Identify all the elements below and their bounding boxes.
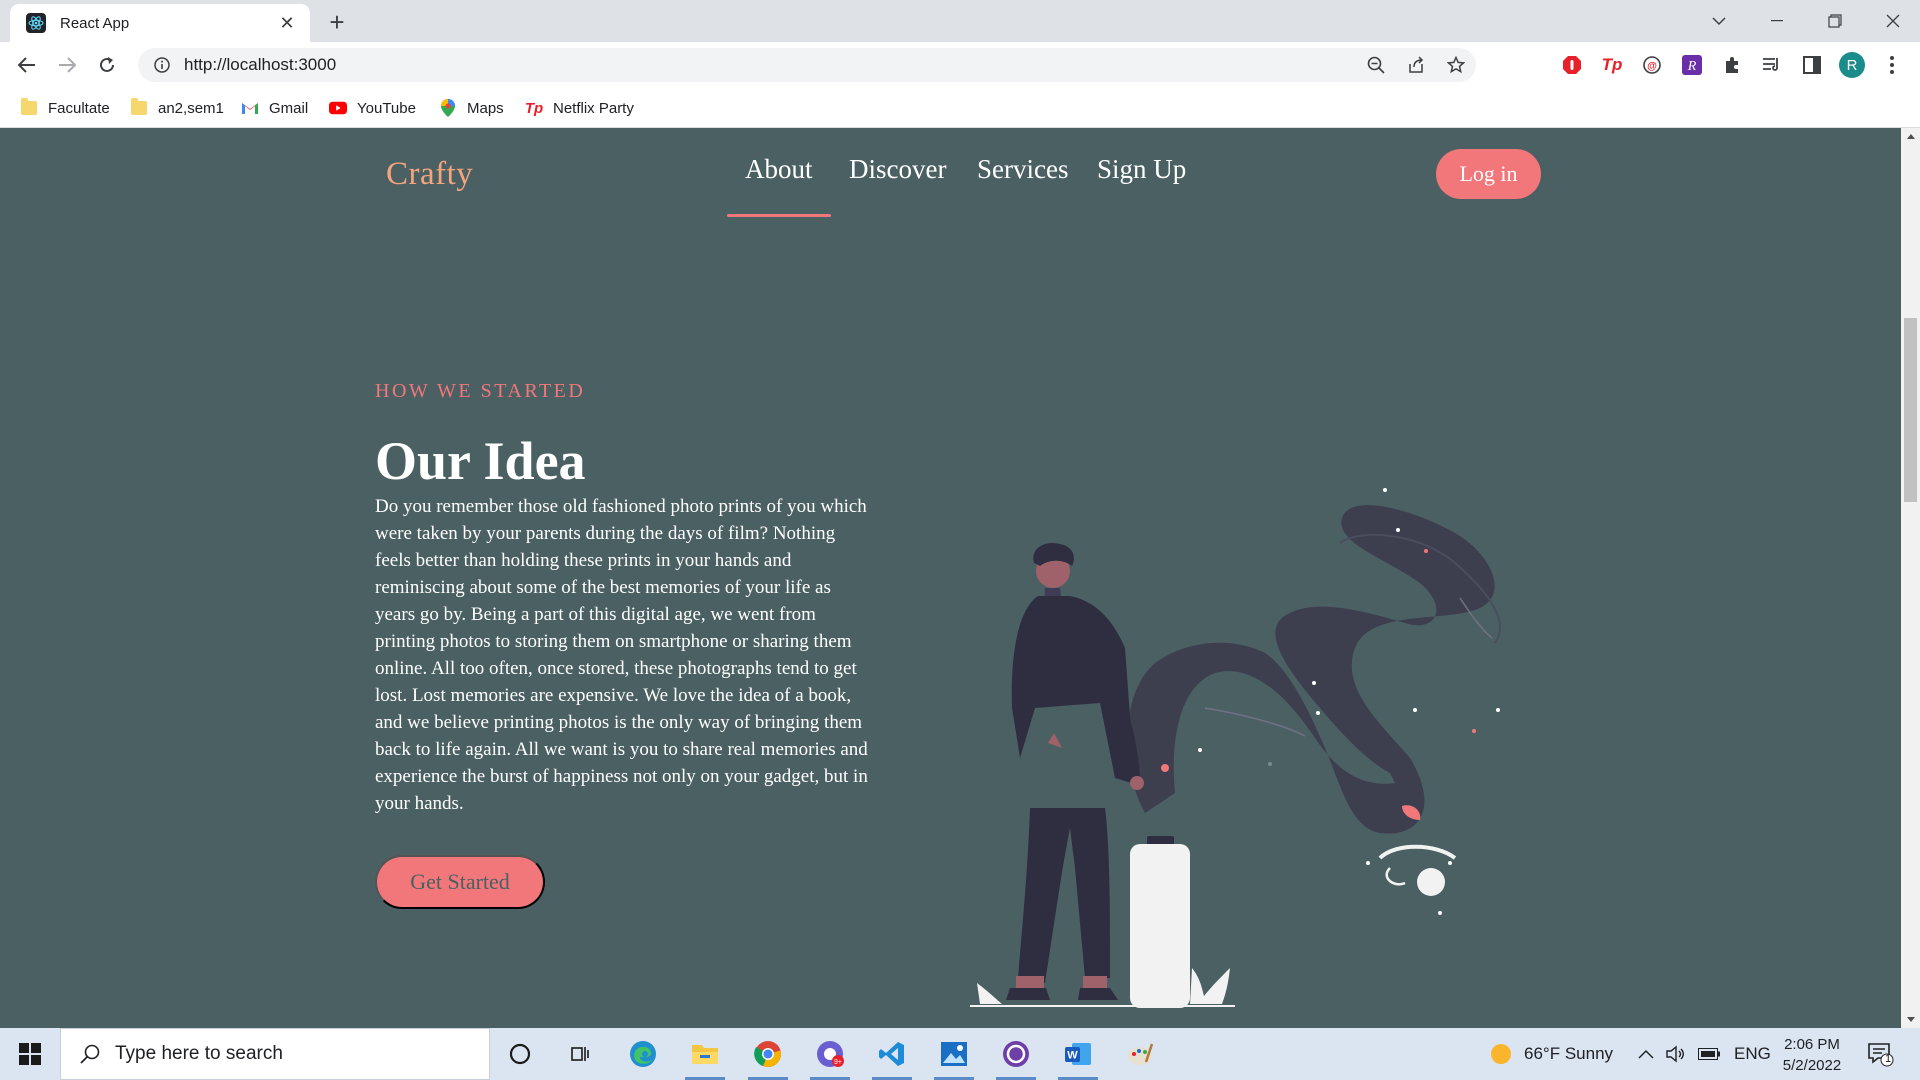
sun-icon: [1491, 1044, 1511, 1064]
bookmark-label: Gmail: [269, 99, 309, 117]
bookmark-label: an2,sem1: [158, 99, 224, 117]
section-heading: Our Idea: [375, 431, 586, 491]
nav-sign-up[interactable]: Sign Up: [1097, 154, 1186, 185]
clock-time: 2:06 PM: [1784, 1036, 1840, 1053]
weather-text: 66°F Sunny: [1524, 1044, 1614, 1063]
weather-widget[interactable]: 66°F Sunny: [1490, 1028, 1613, 1080]
window-close-button[interactable]: [1864, 0, 1920, 42]
new-tab-button[interactable]: +: [322, 8, 352, 38]
bookmark-maps[interactable]: Maps: [439, 97, 504, 119]
galaxy-illustration: [970, 488, 1501, 1008]
react-icon: [26, 13, 46, 33]
get-started-button[interactable]: Get Started: [375, 855, 545, 909]
tab-search-icon[interactable]: [1690, 0, 1748, 42]
file-explorer-icon[interactable]: [677, 1028, 733, 1080]
volume-icon[interactable]: [1666, 1028, 1686, 1080]
zoom-icon[interactable]: [1356, 50, 1396, 80]
nav-about[interactable]: About: [745, 154, 813, 185]
bookmark-label: Maps: [467, 99, 504, 117]
maps-pin-icon: [439, 99, 457, 117]
notification-center-icon[interactable]: 1: [1866, 1028, 1894, 1080]
windows-taskbar: Type here to search 9+ W 66°F Sunny ENG …: [0, 1028, 1920, 1080]
section-eyebrow: HOW WE STARTED: [375, 380, 586, 402]
minimize-button[interactable]: [1748, 0, 1806, 42]
taskbar-search-box[interactable]: Type here to search: [60, 1028, 490, 1080]
windows-logo-icon: [19, 1043, 41, 1065]
puzzle-icon[interactable]: [1717, 50, 1747, 80]
close-icon[interactable]: ✕: [276, 13, 298, 34]
forward-button[interactable]: [52, 50, 82, 80]
bookmark-gmail[interactable]: Gmail: [241, 97, 308, 119]
extension-icon[interactable]: @: [1637, 50, 1667, 80]
svg-text:9+: 9+: [834, 1059, 842, 1066]
svg-text:R: R: [1687, 59, 1697, 74]
reload-button[interactable]: [92, 50, 122, 80]
system-clock[interactable]: 2:06 PM 5/2/2022: [1770, 1034, 1854, 1076]
nav-discover[interactable]: Discover: [849, 154, 946, 185]
task-view-icon[interactable]: [552, 1028, 608, 1080]
nav-services[interactable]: Services: [977, 154, 1068, 185]
bookmark-youtube[interactable]: YouTube: [329, 97, 416, 119]
section-body: Do you remember those old fashioned phot…: [375, 496, 868, 814]
menu-icon[interactable]: [1877, 50, 1907, 80]
side-panel-icon[interactable]: [1797, 50, 1827, 80]
info-icon[interactable]: [152, 55, 172, 75]
profile-avatar[interactable]: R: [1837, 50, 1867, 80]
scrollbar-thumb[interactable]: [1904, 318, 1917, 502]
paint-icon[interactable]: [1112, 1028, 1168, 1080]
teleparty-icon: Tp: [524, 99, 544, 117]
bookmark-label: Facultate: [48, 99, 110, 117]
scroll-down-arrow-icon[interactable]: [1901, 1011, 1920, 1028]
page-viewport: Crafty About Discover Services Sign Up L…: [0, 128, 1901, 1028]
windows-start-button[interactable]: [0, 1028, 60, 1080]
battery-icon[interactable]: [1698, 1028, 1720, 1080]
notification-count: 1: [1884, 1053, 1892, 1065]
teleparty-extension-icon[interactable]: Tp: [1597, 50, 1627, 80]
svg-text:W: W: [1067, 1050, 1078, 1062]
gmail-icon: [241, 99, 259, 117]
extension-r-icon[interactable]: R: [1677, 50, 1707, 80]
reading-list-icon[interactable]: [1757, 50, 1787, 80]
tray-chevron-icon[interactable]: [1638, 1028, 1654, 1080]
bookmark-an2sem1[interactable]: an2,sem1: [130, 97, 224, 119]
share-icon[interactable]: [1396, 50, 1436, 80]
folder-icon: [20, 98, 38, 117]
browser-tab[interactable]: React App ✕: [10, 4, 310, 42]
github-desktop-icon[interactable]: [988, 1028, 1044, 1080]
bookmark-netflix-party[interactable]: Tp Netflix Party: [525, 97, 634, 119]
bookmark-facultate[interactable]: Facultate: [20, 97, 110, 119]
word-icon[interactable]: W: [1050, 1028, 1106, 1080]
youtube-icon: [329, 99, 347, 117]
tab-strip: React App ✕ +: [0, 0, 1920, 42]
bookmark-label: Netflix Party: [553, 99, 634, 117]
clock-date: 5/2/2022: [1782, 1057, 1842, 1074]
svg-text:@: @: [1647, 61, 1657, 72]
back-button[interactable]: [12, 50, 42, 80]
address-bar[interactable]: http://localhost:3000: [138, 48, 1476, 82]
restore-button[interactable]: [1806, 0, 1864, 42]
edge-icon[interactable]: [615, 1028, 671, 1080]
tab-title: React App: [60, 14, 130, 32]
bookmark-star-icon[interactable]: [1436, 50, 1476, 80]
scroll-up-arrow-icon[interactable]: [1901, 128, 1920, 145]
photos-icon[interactable]: [926, 1028, 982, 1080]
search-icon: [79, 1043, 101, 1065]
url-text[interactable]: http://localhost:3000: [184, 55, 1356, 75]
profile-initial: R: [1839, 52, 1865, 78]
vscode-icon[interactable]: [864, 1028, 920, 1080]
folder-icon: [130, 98, 148, 117]
active-nav-indicator: [727, 214, 831, 217]
page-scrollbar[interactable]: [1901, 128, 1920, 1028]
search-placeholder: Type here to search: [115, 1043, 283, 1064]
chrome-icon[interactable]: [740, 1028, 796, 1080]
site-logo[interactable]: Crafty: [386, 156, 473, 193]
login-button[interactable]: Log in: [1436, 149, 1541, 199]
language-indicator[interactable]: ENG: [1734, 1028, 1771, 1080]
cortana-icon[interactable]: [492, 1028, 548, 1080]
bookmarks-bar: Facultate an2,sem1 Gmail YouTube Maps Tp…: [0, 88, 1920, 128]
bookmark-label: YouTube: [357, 99, 416, 117]
chrome-profile-icon[interactable]: 9+: [802, 1028, 858, 1080]
adblock-extension-icon[interactable]: [1557, 50, 1587, 80]
browser-toolbar: http://localhost:3000 Tp @ R R: [0, 42, 1920, 88]
